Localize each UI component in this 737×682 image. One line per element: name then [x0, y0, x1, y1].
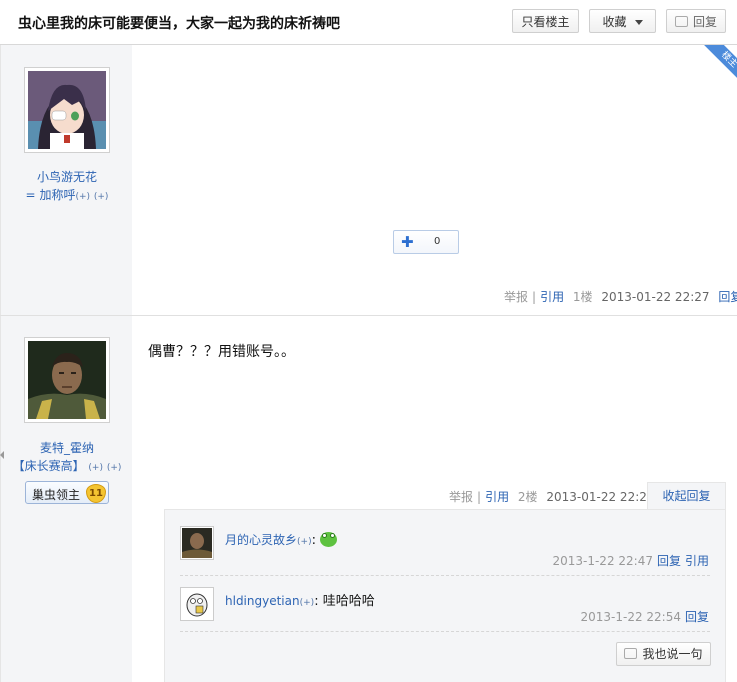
reply-link[interactable]: 回复	[718, 290, 737, 304]
quote-link[interactable]: 引用	[685, 554, 709, 568]
favorite-label: 收藏	[602, 15, 627, 29]
avatar[interactable]	[24, 67, 110, 153]
chevron-down-icon	[634, 20, 643, 25]
avatar-image	[28, 341, 106, 419]
author-name[interactable]: 麦特_霍纳	[1, 439, 133, 456]
badge-label: 巢虫领主	[32, 488, 81, 502]
floor-number: 2楼	[517, 490, 538, 504]
report-link[interactable]: 举报	[449, 490, 473, 504]
reply-avatar[interactable]	[180, 526, 214, 560]
quote-link[interactable]: 引用	[485, 490, 509, 504]
quote-link[interactable]: 引用	[540, 290, 564, 304]
reply-divider	[180, 631, 710, 632]
reply-author[interactable]: 月的心灵故乡	[225, 533, 297, 547]
reply-top-label: 回复	[692, 15, 717, 29]
corner-tag-label: 楼主	[702, 45, 737, 81]
frog-emoji-icon	[320, 532, 338, 547]
reply-time: 2013-1-22 22:47	[552, 554, 653, 568]
post-time: 2013-01-22 22:27	[601, 290, 710, 304]
reply-meta: 2013-1-22 22:54 回复	[580, 608, 709, 625]
add-count: 0	[434, 236, 441, 247]
member-icon-b[interactable]: (+)	[94, 192, 109, 202]
member-icon-a[interactable]: (+)	[75, 192, 90, 202]
member-icon-b[interactable]: (+)	[107, 463, 122, 473]
meta-divider: |	[532, 290, 537, 304]
reply-top-button[interactable]: 回复	[666, 9, 726, 33]
reply-line: hldingyetian(+): 哇哈哈哈	[225, 590, 375, 609]
corner-tag: 楼主	[701, 45, 737, 81]
reply-author[interactable]: hldingyetian	[225, 594, 300, 608]
reply-colon: :	[314, 594, 319, 609]
reply-text: 哇哈哈哈	[322, 594, 375, 609]
meta-divider: |	[477, 490, 482, 504]
reply-link[interactable]: 回复	[657, 554, 681, 568]
reply-time: 2013-1-22 22:54	[580, 610, 681, 624]
reply-link[interactable]: 回复	[685, 610, 709, 624]
collapse-arrow-icon[interactable]	[0, 451, 4, 459]
title-text: 【床长赛高】	[12, 459, 85, 473]
reply-avatar-image	[182, 528, 212, 558]
reply-colon: :	[311, 533, 316, 548]
post2-meta: 举报 | 引用 2楼 2013-01-22 22:28	[449, 488, 655, 505]
author-title[interactable]: = 加称呼(+) (+)	[1, 186, 133, 203]
only-author-button[interactable]: 只看楼主	[512, 9, 579, 33]
post1-author-panel: 小鸟游无花 = 加称呼(+) (+)	[0, 45, 132, 316]
avatar-image	[28, 71, 106, 149]
report-link[interactable]: 举报	[504, 290, 528, 304]
reply-meta: 2013-1-22 22:47 回复 引用	[552, 552, 709, 569]
post-content: 偶曹？？？用错账号。。	[148, 344, 295, 360]
floor-number: 1楼	[572, 290, 593, 304]
comment-icon	[624, 648, 638, 659]
author-name[interactable]: 小鸟游无花	[1, 168, 133, 185]
reply-avatar[interactable]	[180, 587, 214, 621]
reply-line: 月的心灵故乡(+):	[225, 531, 338, 548]
post1-meta: 举报 | 引用 1楼 2013-01-22 22:27 回复	[504, 288, 737, 305]
collapse-replies-button[interactable]: 收起回复	[647, 482, 726, 509]
member-icon-a[interactable]: (+)	[88, 463, 103, 473]
say-something-label: 我也说一句	[642, 647, 703, 661]
avatar[interactable]	[24, 337, 110, 423]
comment-icon	[674, 16, 688, 27]
plus-icon: ✚	[401, 233, 414, 251]
say-something-button[interactable]: 我也说一句	[616, 642, 711, 666]
member-icon[interactable]: (+)	[300, 598, 315, 608]
title-text: 加称呼	[39, 188, 76, 202]
author-title[interactable]: 【床长赛高】 (+) (+)	[1, 457, 133, 474]
reply-list: 月的心灵故乡(+): 2013-1-22 22:47 回复 引用 hldingyet…	[164, 509, 726, 682]
level-badge[interactable]: 巢虫领主 11	[25, 481, 109, 504]
title-prefix: =	[25, 188, 36, 202]
reply-divider	[180, 575, 710, 576]
thread-header: 虫心里我的床可能要便当，大家一起为我的床祈祷吧 只看楼主 收藏 回复	[0, 0, 737, 45]
thread-title: 虫心里我的床可能要便当，大家一起为我的床祈祷吧	[18, 16, 340, 32]
reply-avatar-image	[182, 589, 212, 619]
favorite-button[interactable]: 收藏	[589, 9, 656, 33]
badge-level: 11	[86, 484, 106, 503]
add-button[interactable]: ✚ 0	[393, 230, 459, 254]
post-time: 2013-01-22 22:28	[546, 490, 655, 504]
member-icon[interactable]: (+)	[297, 537, 312, 547]
